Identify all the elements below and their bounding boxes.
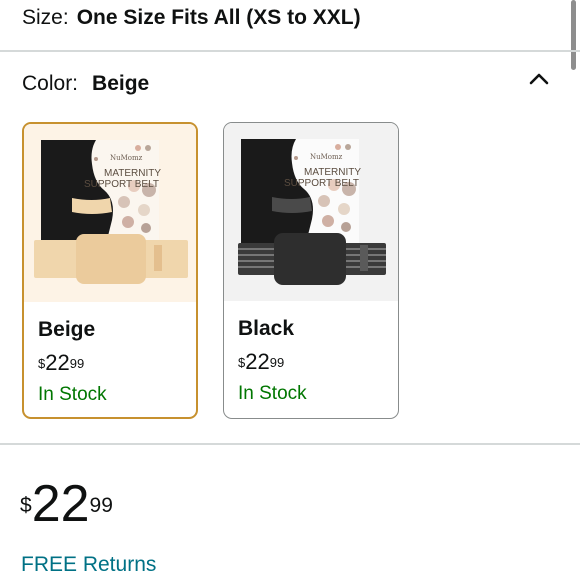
- variant-name: Black: [238, 317, 295, 340]
- price-whole: 22: [45, 350, 70, 375]
- product-image: NuMomz MATERNITY SUPPORT BELT: [24, 124, 196, 302]
- color-value: Beige: [92, 72, 150, 95]
- variant-card-black[interactable]: NuMomz MATERNITY SUPPORT BELT Black $229…: [223, 122, 399, 419]
- color-label: Color:: [22, 72, 79, 95]
- size-label: Size:: [22, 6, 69, 29]
- divider: [0, 50, 580, 52]
- chevron-up-icon[interactable]: [526, 66, 552, 92]
- box-line2-text: SUPPORT BELT: [84, 179, 159, 190]
- box-line1-text: MATERNITY: [104, 168, 161, 179]
- scrollbar[interactable]: [571, 0, 576, 70]
- price-fraction: 99: [69, 356, 85, 371]
- product-image: NuMomz MATERNITY SUPPORT BELT: [224, 123, 398, 301]
- main-price-whole: 22: [31, 475, 90, 533]
- size-value: One Size Fits All (XS to XXL): [76, 6, 361, 29]
- box-brand-text: NuMomz: [310, 153, 343, 161]
- size-row: Size: One Size Fits All (XS to XXL): [22, 5, 361, 31]
- price-whole: 22: [245, 349, 270, 374]
- box-brand-text: NuMomz: [110, 154, 143, 162]
- variant-price: $2299: [38, 350, 84, 379]
- stock-status: In Stock: [38, 384, 107, 405]
- variant-price: $2299: [238, 349, 284, 378]
- free-returns-link[interactable]: FREE Returns: [21, 552, 156, 578]
- price-symbol: $: [38, 356, 46, 371]
- price-fraction: 99: [269, 355, 285, 370]
- price-symbol: $: [238, 355, 246, 370]
- box-line1-text: MATERNITY: [304, 167, 361, 178]
- stock-status: In Stock: [238, 383, 307, 404]
- main-price: $2299: [20, 474, 113, 547]
- main-price-fraction: 99: [89, 494, 113, 517]
- variant-name: Beige: [38, 318, 96, 341]
- main-price-symbol: $: [20, 494, 32, 517]
- color-row[interactable]: Color: Beige: [22, 71, 149, 97]
- variant-card-beige[interactable]: NuMomz MATERNITY SUPPORT BELT Beige $229…: [22, 122, 198, 419]
- divider: [0, 443, 580, 445]
- box-line2-text: SUPPORT BELT: [284, 178, 359, 189]
